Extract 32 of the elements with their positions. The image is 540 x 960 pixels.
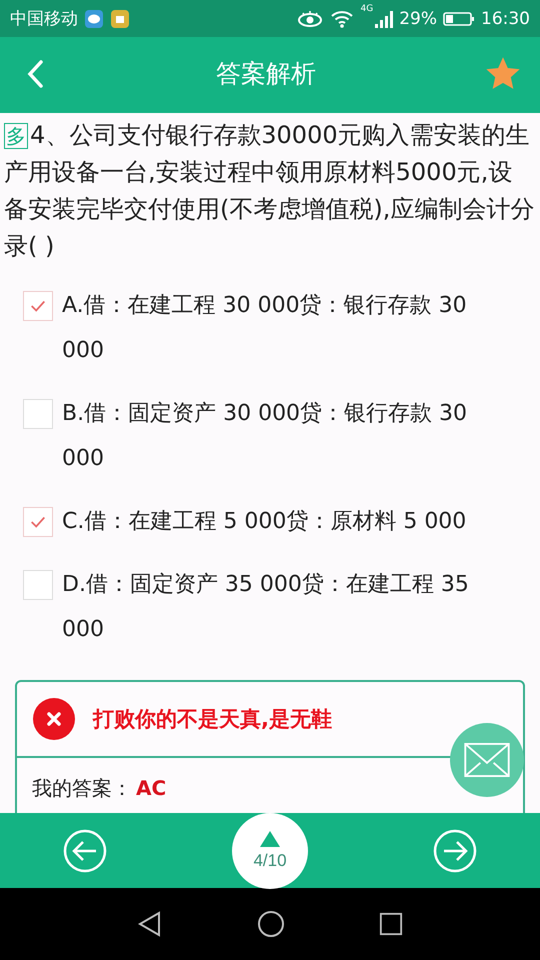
my-answer-label: 我的答案： (32, 774, 132, 802)
page-title: 答案解析 (216, 58, 316, 90)
home-nav-icon[interactable] (257, 910, 285, 938)
eye-icon (296, 8, 322, 28)
app-icon (110, 8, 130, 28)
result-message: 打败你的不是天真,是无鞋 (93, 706, 332, 733)
type-badge: 多 (4, 123, 28, 149)
back-nav-icon[interactable] (137, 911, 163, 937)
option-text[interactable]: B.借：固定资产 30 000贷：银行存款 30 000 (62, 391, 530, 481)
recents-nav-icon[interactable] (379, 912, 403, 936)
option-text[interactable]: C.借：在建工程 5 000贷：原材料 5 000 (62, 499, 506, 544)
network-label: 4G (360, 4, 374, 14)
signal-icon (373, 8, 394, 28)
checkbox[interactable] (23, 399, 53, 429)
chat-icon (84, 8, 104, 28)
question-text: 多 4、公司支付银行存款30000元购入需安装的生产用设备一台,安装过程中领用原材料5000元,设备安装完毕交付使用(不考虑增值税),应编制会计分录( ) (4, 120, 536, 262)
wifi-icon (328, 8, 354, 28)
triangle-up-icon (260, 830, 280, 846)
checkbox[interactable] (23, 291, 53, 321)
battery-icon (443, 10, 475, 26)
checkbox[interactable] (23, 570, 53, 600)
option-text[interactable]: D.借：固定资产 35 000贷：在建工程 35 000 (62, 562, 530, 652)
option-text[interactable]: A.借：在建工程 30 000贷：银行存款 30 000 (62, 283, 530, 373)
question-index-button[interactable]: 4/10 (232, 812, 308, 888)
clock-time: 16:30 (481, 8, 530, 28)
mail-icon (464, 743, 510, 777)
checkbox[interactable] (23, 507, 53, 537)
battery-percent: 29% (399, 8, 437, 28)
my-answer-value: AC (136, 776, 166, 800)
carrier-name: 中国移动 (10, 8, 78, 30)
next-button[interactable] (433, 828, 478, 872)
previous-button[interactable] (62, 828, 107, 872)
